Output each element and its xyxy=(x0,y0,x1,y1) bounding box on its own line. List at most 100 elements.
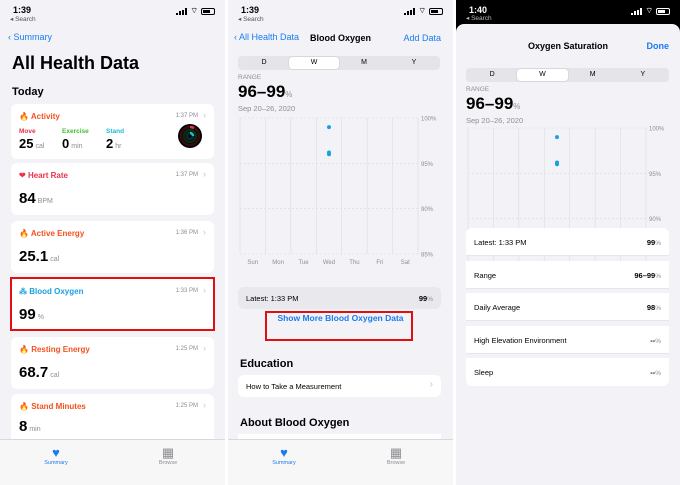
y-tick-label: 100% xyxy=(649,127,665,133)
range-unit: % xyxy=(285,90,293,99)
done-button[interactable]: Done xyxy=(647,41,670,51)
chevron-left-icon: ‹ xyxy=(8,32,11,42)
stand-minutes-number: 8 xyxy=(19,418,28,435)
exercise-label: Exercise xyxy=(62,128,89,135)
range-label: RANGE xyxy=(238,74,262,81)
stat-label: Sleep xyxy=(474,368,494,377)
active-energy-unit: cal xyxy=(50,256,60,263)
back-to-search[interactable]: ◂ Search xyxy=(466,14,492,22)
range-label: RANGE xyxy=(466,86,490,93)
resting-energy-number: 68.7 xyxy=(19,364,49,381)
x-tick-label: Sun xyxy=(247,260,258,266)
x-tick-label: Tue xyxy=(299,260,310,266)
exercise-number: 0 xyxy=(62,136,70,151)
stat-row: Sleep --% xyxy=(466,358,669,386)
resting-energy-unit: cal xyxy=(50,372,60,379)
active-energy-number: 25.1 xyxy=(19,248,49,265)
chevron-right-icon: › xyxy=(203,110,206,120)
tab-bar: ♥ Summary ▦ Browse xyxy=(228,439,453,485)
heart-rate-title: ❤ Heart Rate xyxy=(19,171,68,180)
exercise-unit: min xyxy=(71,143,83,150)
all-health-data-back-button[interactable]: ‹ All Health Data xyxy=(234,32,299,42)
segment-year[interactable]: Y xyxy=(389,57,439,69)
heart-rate-card[interactable]: ❤ Heart Rate 1:37 PM › 84 BPM xyxy=(11,163,214,215)
tab-summary-label: Summary xyxy=(272,460,296,466)
all-health-data-screen: 1:39 ◂ Search ⌔ ‹ Summary All Health Dat… xyxy=(0,0,225,485)
latest-number: 99 xyxy=(418,294,428,303)
data-point xyxy=(327,150,331,155)
add-data-button[interactable]: Add Data xyxy=(403,33,441,43)
activity-title: 🔥 Activity xyxy=(19,112,60,121)
grid-icon: ▦ xyxy=(161,445,175,460)
back-to-search[interactable]: ◂ Search xyxy=(10,15,36,23)
resting-energy-time: 1:25 PM xyxy=(175,346,198,352)
stand-label: Stand xyxy=(106,128,125,135)
range-number: 96–99 xyxy=(238,82,286,101)
x-tick-label: Sat xyxy=(401,260,410,266)
chevron-right-icon: › xyxy=(203,343,206,353)
y-tick-label: 95% xyxy=(649,172,662,178)
stat-unit: % xyxy=(655,273,661,280)
battery-icon xyxy=(656,7,670,15)
stat-number: 99 xyxy=(646,238,656,247)
signal-icon xyxy=(176,7,188,15)
stand-number: 2 xyxy=(106,136,114,151)
how-to-measure-row[interactable]: How to Take a Measurement › xyxy=(238,375,441,397)
resting-energy-title: 🔥 Resting Energy xyxy=(19,345,90,354)
chevron-right-icon: › xyxy=(429,379,433,390)
tab-browse[interactable]: ▦ Browse xyxy=(138,445,198,466)
stat-label: High Elevation Environment xyxy=(474,336,567,345)
signal-icon xyxy=(404,7,416,15)
segment-month[interactable]: M xyxy=(339,57,389,69)
active-energy-label: Active Energy xyxy=(30,229,85,238)
stat-label: Daily Average xyxy=(474,303,521,312)
heart-rate-unit: BPM xyxy=(37,198,53,205)
latest-value: 99% xyxy=(419,294,433,303)
highlight-box xyxy=(10,277,215,331)
segment-day[interactable]: D xyxy=(467,69,517,81)
summary-back-button[interactable]: ‹ Summary xyxy=(8,32,52,42)
x-tick-label: Wed xyxy=(323,260,335,266)
summary-back-label: Summary xyxy=(13,32,53,42)
heart-icon: ♥ xyxy=(280,445,288,460)
tab-summary[interactable]: ♥ Summary xyxy=(254,445,314,466)
status-icons: ⌔ xyxy=(631,6,670,16)
activity-card[interactable]: 🔥 Activity 1:37 PM › Move 25 cal Exercise… xyxy=(11,104,214,159)
back-to-search[interactable]: ◂ Search xyxy=(238,15,264,23)
segment-year[interactable]: Y xyxy=(618,69,668,81)
resting-energy-card[interactable]: 🔥 Resting Energy 1:25 PM › 68.7 cal xyxy=(11,337,214,389)
stand-minutes-label: Stand Minutes xyxy=(31,402,86,411)
tab-browse[interactable]: ▦ Browse xyxy=(366,445,426,466)
chevron-right-icon: › xyxy=(203,400,206,410)
tab-summary[interactable]: ♥ Summary xyxy=(26,445,86,466)
stand-unit: hr xyxy=(115,143,122,150)
blood-oxygen-chart: 100% 95% 90% 85% Sun Mon Tue Wed Thu Fri Sat xyxy=(239,117,437,266)
segment-week[interactable]: W xyxy=(289,57,339,69)
stat-row: Daily Average 98% xyxy=(466,293,669,321)
segment-month[interactable]: M xyxy=(568,69,618,81)
data-point xyxy=(555,135,559,140)
x-tick-label: Mon xyxy=(272,260,284,266)
status-time: 1:39 xyxy=(13,5,32,15)
tab-bar: ♥ Summary ▦ Browse xyxy=(0,439,225,485)
move-label: Move xyxy=(19,128,36,135)
tab-browse-label: Browse xyxy=(386,460,406,466)
chevron-right-icon: › xyxy=(203,227,206,237)
tab-summary-label: Summary xyxy=(44,460,68,466)
heart-rate-number: 84 xyxy=(19,190,36,207)
blood-oxygen-screen: 1:39 ◂ Search ⌔ ‹ All Health Data Blood … xyxy=(228,0,453,485)
flame-icon: 🔥 xyxy=(19,112,29,121)
y-tick-label: 90% xyxy=(421,207,434,213)
signal-icon xyxy=(631,7,643,15)
heart-rate-label: Heart Rate xyxy=(27,171,68,180)
flame-icon: 🔥 xyxy=(19,229,29,238)
status-icons: ⌔ xyxy=(176,6,215,16)
tab-browse-label: Browse xyxy=(158,460,178,466)
active-energy-card[interactable]: 🔥 Active Energy 1:36 PM › 25.1 cal xyxy=(11,221,214,273)
x-tick-label: Thu xyxy=(349,260,359,266)
heart-icon: ♥ xyxy=(52,445,60,460)
segment-day[interactable]: D xyxy=(239,57,289,69)
y-tick-label: 90% xyxy=(649,217,662,223)
segment-week[interactable]: W xyxy=(517,69,568,81)
move-number: 25 xyxy=(19,136,34,151)
